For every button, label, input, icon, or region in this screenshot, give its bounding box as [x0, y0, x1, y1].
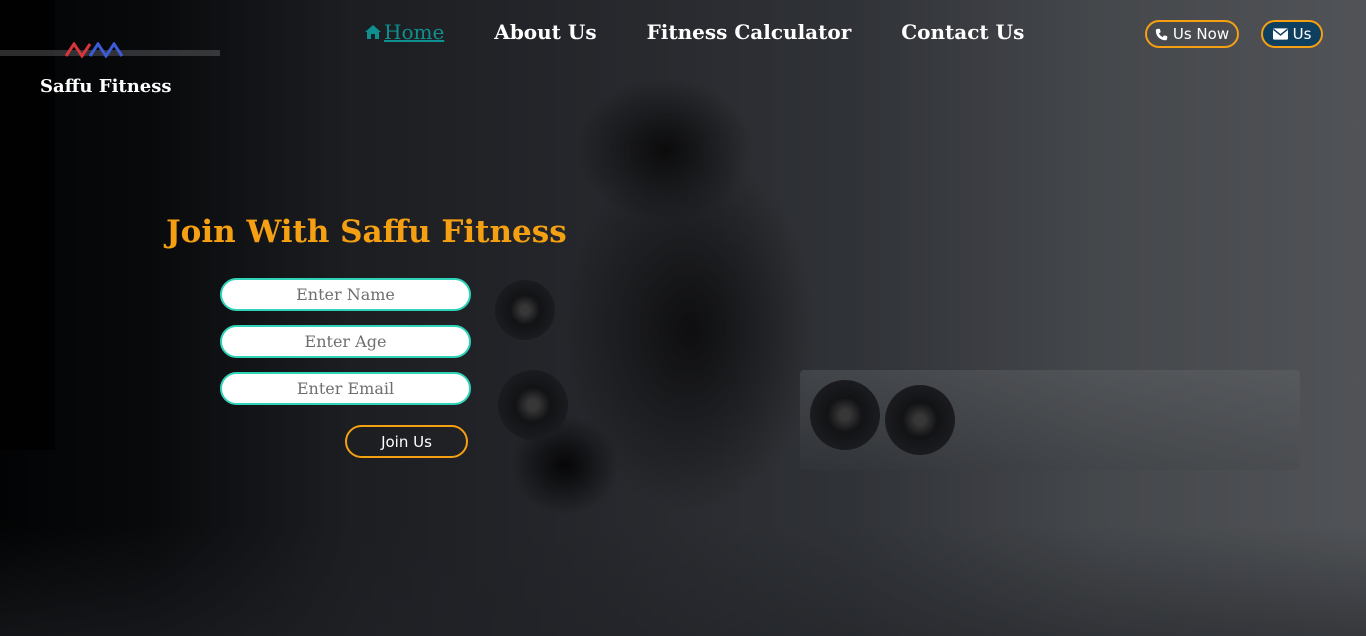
age-input[interactable]	[220, 325, 471, 358]
mail-us-button[interactable]: Us	[1261, 20, 1323, 48]
nav-home-link[interactable]: Home	[364, 20, 444, 44]
envelope-icon	[1272, 28, 1288, 40]
join-title: Join With Saffu Fitness	[166, 214, 567, 250]
brand-name: Saffu Fitness	[40, 76, 172, 97]
saffu-logo-mark-icon	[64, 42, 124, 58]
email-input[interactable]	[220, 372, 471, 405]
phone-icon	[1155, 28, 1168, 40]
nav-about-link[interactable]: About Us	[494, 20, 596, 44]
nav-contact-link[interactable]: Contact Us	[901, 20, 1024, 44]
main-nav: Home About Us Fitness Calculator Contact…	[364, 20, 1024, 44]
nav-fitness-calculator-link[interactable]: Fitness Calculator	[647, 20, 852, 44]
call-us-button[interactable]: Us Now	[1145, 20, 1239, 48]
name-input[interactable]	[220, 278, 471, 311]
join-us-button[interactable]: Join Us	[345, 425, 468, 458]
home-icon	[365, 25, 381, 39]
call-us-label: Us Now	[1172, 25, 1230, 43]
mail-us-label: Us	[1292, 25, 1312, 43]
nav-home-label: Home	[384, 20, 445, 44]
hero-section: Saffu Fitness Home About Us Fitness Calc…	[0, 0, 1366, 636]
